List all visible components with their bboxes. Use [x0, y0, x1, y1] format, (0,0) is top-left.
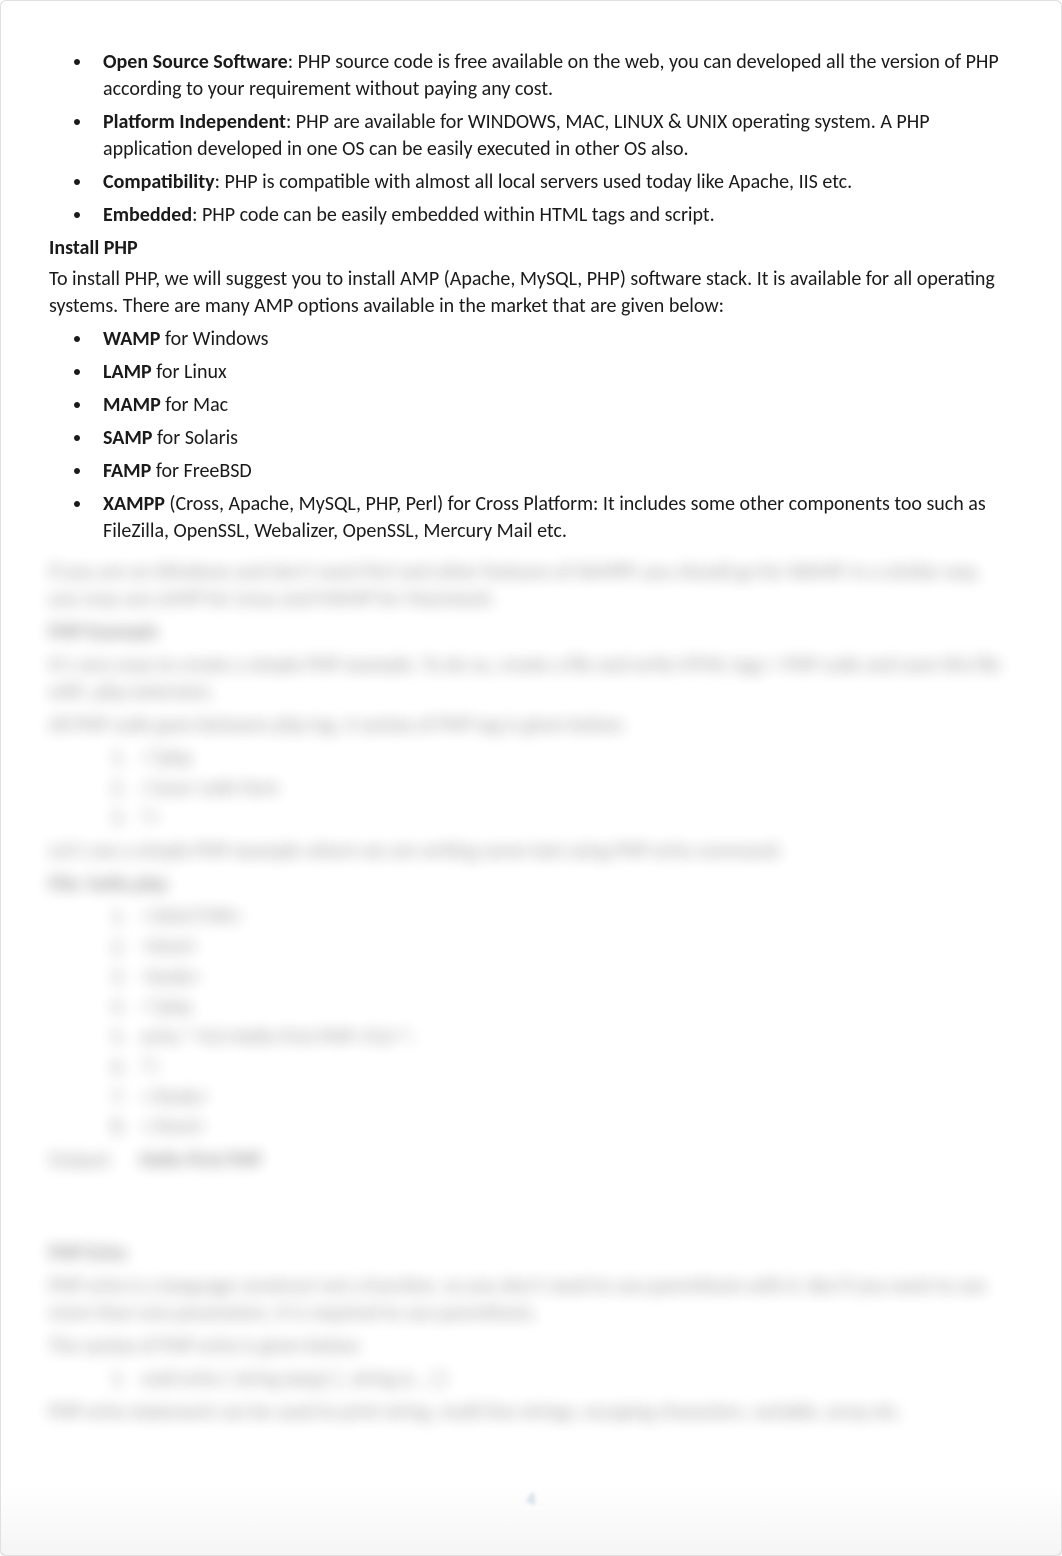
amp-item: FAMP for FreeBSD: [93, 458, 1013, 485]
code-line: <html>: [131, 934, 1013, 961]
feature-item: Compatibility: PHP is compatible with al…: [93, 169, 1013, 196]
output-label: Output:: [49, 1148, 113, 1172]
feature-bold: Open Source Software: [103, 50, 288, 74]
code-line: </html>: [131, 1114, 1013, 1141]
feature-bold: Platform Independent: [103, 110, 286, 134]
code-line: <!DOCTYPE>: [131, 904, 1013, 931]
bl-text: Let's see a simple PHP example where we …: [49, 838, 1013, 865]
feature-rest: : PHP is compatible with almost all loca…: [215, 170, 853, 194]
feature-bold: Compatibility: [103, 170, 215, 194]
code-block-2: <!DOCTYPE> <html> <body> <?php echo "<h2…: [49, 904, 1013, 1141]
bl-text: All PHP code goes between php tag. A syn…: [49, 712, 1013, 739]
amp-item: LAMP for Linux: [93, 359, 1013, 386]
feature-item: Embedded: PHP code can be easily embedde…: [93, 202, 1013, 229]
install-php-paragraph: To install PHP, we will suggest you to i…: [49, 266, 1013, 320]
code-line: ?>: [131, 1054, 1013, 1081]
feature-item: Platform Independent: PHP are available …: [93, 109, 1013, 163]
blurred-content: If you are on Windows and don't want Per…: [49, 559, 1013, 1426]
code-line: </body>: [131, 1084, 1013, 1111]
page-shadow: [1, 1485, 1061, 1555]
amp-item: SAMP for Solaris: [93, 425, 1013, 452]
bl-text: PHP echo is a language construct not a f…: [49, 1273, 1013, 1327]
document-page: Open Source Software: PHP source code is…: [0, 0, 1062, 1556]
feature-bold: Embedded: [103, 203, 192, 227]
amp-item: MAMP for Mac: [93, 392, 1013, 419]
code-line: <body>: [131, 964, 1013, 991]
amp-item: WAMP for Windows: [93, 326, 1013, 353]
file-name: File: hello.php: [49, 871, 1013, 898]
bl-text: PHP echo statement can be used to print …: [49, 1399, 1013, 1426]
php-example-heading: PHP Example: [49, 619, 1013, 646]
feature-item: Open Source Software: PHP source code is…: [93, 49, 1013, 103]
feature-rest: : PHP code can be easily embedded within…: [192, 203, 715, 227]
bl-text: The syntax of PHP echo is given below:: [49, 1333, 1013, 1360]
code-line: <?php: [131, 994, 1013, 1021]
php-echo-heading: PHP Echo: [49, 1240, 1013, 1267]
features-list: Open Source Software: PHP source code is…: [49, 49, 1013, 229]
code-line: <?php: [131, 745, 1013, 772]
output-value: Hello First PHP: [140, 1148, 262, 1172]
amp-list: WAMP for Windows LAMP for Linux MAMP for…: [49, 326, 1013, 545]
amp-item: XAMPP (Cross, Apache, MySQL, PHP, Perl) …: [93, 491, 1013, 545]
page-content: Open Source Software: PHP source code is…: [49, 49, 1013, 1426]
install-php-heading: Install PHP: [49, 235, 1013, 262]
code-line: echo "<h2>Hello First PHP</h2>";: [131, 1024, 1013, 1051]
code-line: void echo ( string $arg1 [, string $... …: [131, 1366, 1013, 1393]
bl-note: If you are on Windows and don't want Per…: [49, 559, 1013, 613]
output-line: Output: Hello First PHP: [49, 1147, 1013, 1174]
code-line: //your code here: [131, 775, 1013, 802]
code-line: ?>: [131, 805, 1013, 832]
code-block-1: <?php //your code here ?>: [49, 745, 1013, 832]
echo-syntax: void echo ( string $arg1 [, string $... …: [49, 1366, 1013, 1393]
bl-text: It's very easy to create a simple PHP ex…: [49, 652, 1013, 706]
